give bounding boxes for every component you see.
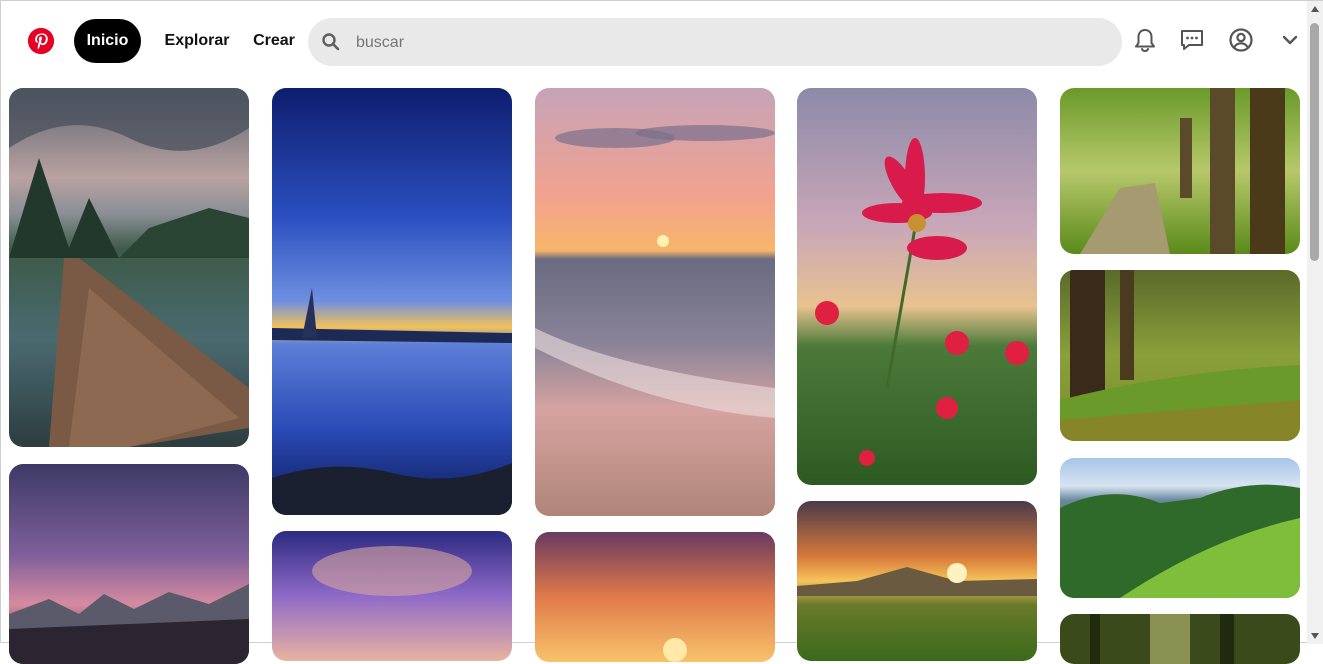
profile-icon[interactable] (1228, 27, 1254, 53)
top-navigation-bar: Inicio Explorar Crear (1, 1, 1307, 81)
pinterest-logo-icon[interactable] (28, 28, 54, 54)
pin-image-mountain-lake-boardwalk[interactable] (9, 88, 249, 447)
pin-image-twilight-purple-mountains[interactable] (9, 464, 249, 664)
pin-image-autumn-forest-meadow[interactable] (1060, 270, 1300, 441)
nav-create-button[interactable]: Crear (246, 19, 302, 63)
pin-image-blue-sky-reflection-lake[interactable] (272, 88, 512, 515)
pin-image-purple-clouds-sunset[interactable] (272, 531, 512, 661)
pin-image-green-mountain-valley[interactable] (1060, 458, 1300, 598)
pin-image-sunlit-forest[interactable] (1060, 614, 1300, 664)
notifications-bell-icon[interactable] (1132, 27, 1158, 53)
pin-image-beach-sunset-waves[interactable] (535, 88, 775, 516)
pin-image-sunset-over-green-hills[interactable] (797, 501, 1037, 661)
search-bar[interactable] (308, 18, 1122, 68)
vertical-scrollbar[interactable] (1307, 1, 1323, 644)
messages-icon[interactable] (1179, 27, 1205, 53)
nav-home-button[interactable]: Inicio (74, 19, 141, 63)
nav-explore-button[interactable]: Explorar (157, 19, 237, 63)
scrollbar-thumb[interactable] (1310, 23, 1319, 261)
search-input[interactable] (354, 18, 1098, 68)
scroll-down-arrow-icon[interactable] (1311, 633, 1319, 639)
pin-image-tree-lined-path[interactable] (1060, 88, 1300, 254)
scroll-up-arrow-icon[interactable] (1311, 6, 1319, 12)
chevron-down-icon[interactable] (1277, 27, 1303, 53)
pin-image-pink-cosmos-flower-field[interactable] (797, 88, 1037, 485)
search-icon (321, 32, 341, 52)
